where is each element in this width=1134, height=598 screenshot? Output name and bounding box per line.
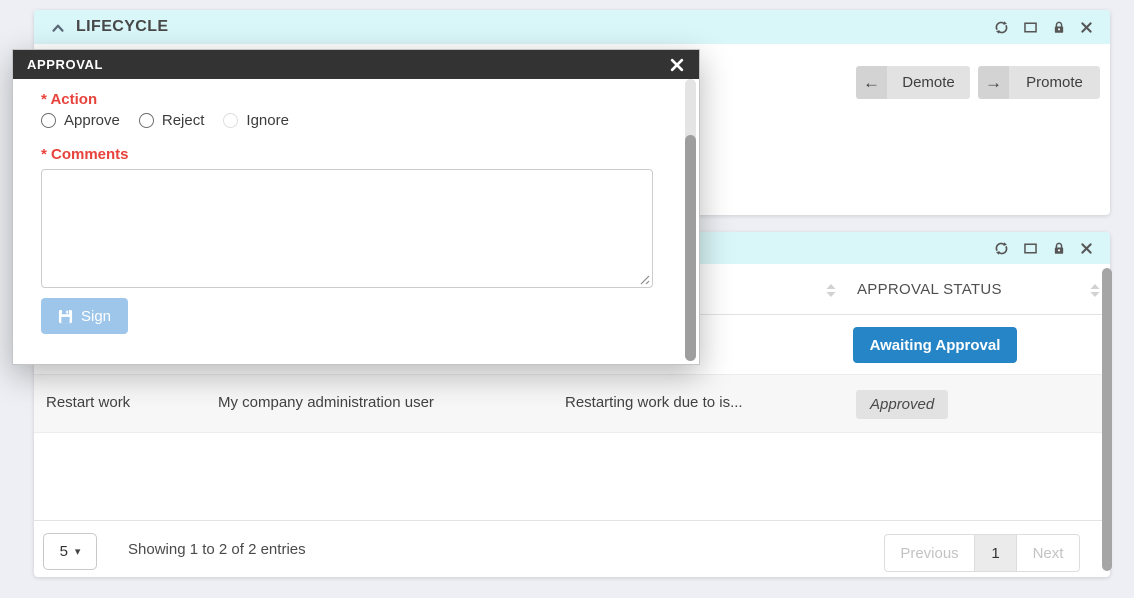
approval-modal: APPROVAL * Action Approve Reject Ignore … — [12, 49, 700, 365]
lock-icon[interactable] — [1051, 19, 1067, 36]
next-page-button[interactable]: Next — [1017, 535, 1079, 571]
approval-modal-title: APPROVAL — [27, 57, 103, 72]
refresh-icon[interactable] — [993, 240, 1010, 257]
radio-approve[interactable]: Approve — [41, 112, 120, 129]
action-radio-group: Approve Reject Ignore — [41, 112, 308, 129]
radio-ignore: Ignore — [223, 112, 289, 129]
modal-scrollbar-track[interactable] — [685, 79, 696, 361]
cell-comment: Restarting work due to is... — [565, 394, 743, 411]
sort-icon[interactable] — [826, 284, 836, 302]
arrow-right-icon: → — [978, 66, 1009, 99]
arrow-left-icon: ← — [856, 66, 887, 99]
save-icon — [58, 309, 73, 324]
close-icon[interactable] — [1079, 241, 1094, 256]
maximize-icon[interactable] — [1022, 19, 1039, 36]
panel-scrollbar-thumb[interactable] — [1102, 268, 1112, 571]
lifecycle-panel-header: LIFECYCLE — [34, 10, 1110, 44]
pagination: Previous 1 Next — [884, 534, 1080, 572]
cell-action: Restart work — [46, 394, 130, 411]
awaiting-approval-button[interactable]: Awaiting Approval — [853, 327, 1017, 363]
radio-ignore-label: Ignore — [246, 112, 289, 129]
lock-icon[interactable] — [1051, 240, 1067, 257]
column-header-approval-status[interactable]: APPROVAL STATUS — [857, 281, 1002, 298]
radio-reject-label[interactable]: Reject — [162, 112, 205, 129]
radio-reject[interactable]: Reject — [139, 112, 205, 129]
promote-label: Promote — [1009, 66, 1100, 99]
radio-approve-label[interactable]: Approve — [64, 112, 120, 129]
radio-button-icon[interactable] — [139, 113, 154, 128]
caret-down-icon: ▾ — [75, 545, 81, 558]
sign-button-label: Sign — [81, 308, 111, 325]
comments-textarea[interactable] — [41, 169, 653, 288]
comments-required-label: * Comments — [41, 146, 129, 163]
table-row: Restart work My company administration u… — [34, 375, 1110, 433]
showing-entries-text: Showing 1 to 2 of 2 entries — [128, 541, 306, 558]
page: LIFECYCLE ← Demote → — [0, 0, 1134, 598]
close-icon[interactable] — [669, 57, 685, 73]
cell-user: My company administration user — [218, 394, 434, 411]
approval-modal-header: APPROVAL — [13, 50, 699, 79]
radio-button-icon — [223, 113, 238, 128]
action-required-label: * Action — [41, 91, 97, 108]
approved-status-badge: Approved — [856, 390, 948, 419]
promote-button[interactable]: → Promote — [978, 66, 1100, 99]
demote-button[interactable]: ← Demote — [856, 66, 970, 99]
collapse-chevron-up-icon[interactable] — [50, 21, 66, 34]
table-footer: 5 ▾ Showing 1 to 2 of 2 entries Previous… — [34, 520, 1110, 577]
page-number-button[interactable]: 1 — [975, 535, 1017, 571]
close-icon[interactable] — [1079, 20, 1094, 35]
maximize-icon[interactable] — [1022, 240, 1039, 257]
sign-button[interactable]: Sign — [41, 298, 128, 334]
lifecycle-panel-title: LIFECYCLE — [76, 18, 169, 36]
refresh-icon[interactable] — [993, 19, 1010, 36]
modal-scrollbar-thumb[interactable] — [685, 135, 696, 361]
page-size-select[interactable]: 5 ▾ — [43, 533, 97, 570]
page-size-value: 5 — [60, 543, 68, 560]
approval-header-icons — [993, 240, 1094, 257]
sort-icon[interactable] — [1090, 284, 1100, 302]
lifecycle-header-icons — [993, 19, 1094, 36]
previous-page-button[interactable]: Previous — [885, 535, 975, 571]
radio-button-icon[interactable] — [41, 113, 56, 128]
demote-label: Demote — [887, 66, 970, 99]
